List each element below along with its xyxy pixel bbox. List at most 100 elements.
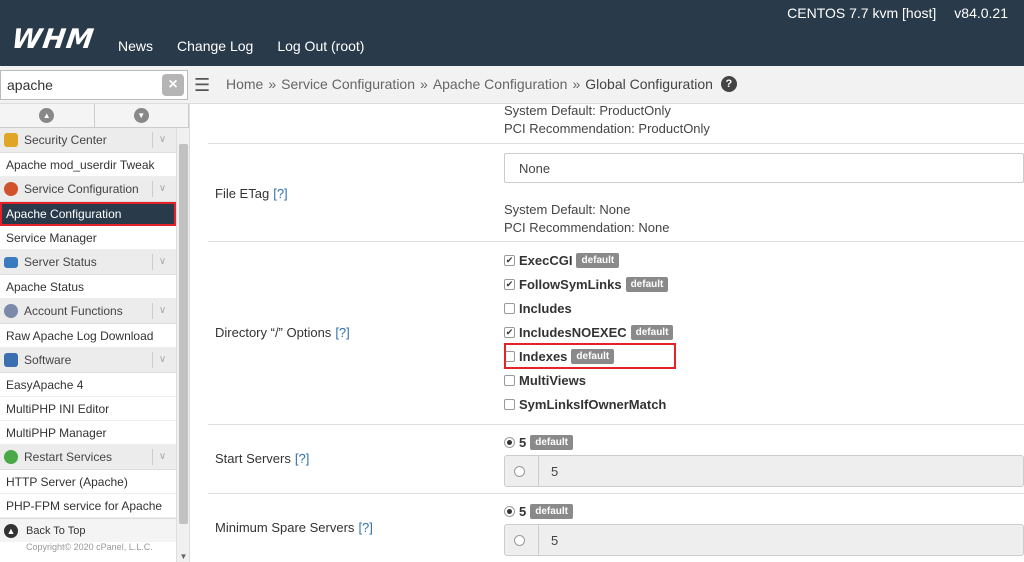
copyright: Copyright© 2020 cPanel, L.L.C. — [26, 542, 153, 552]
checkbox[interactable]: ✔ — [504, 326, 515, 338]
option-symlinksifownermatch[interactable]: SymLinksIfOwnerMatch — [504, 392, 1024, 416]
file-etag-label: File ETag — [215, 186, 270, 201]
file-etag-row: File ETag [?] None System Default: None P… — [208, 144, 1024, 242]
scroll-down-icon[interactable]: ▼ — [179, 552, 188, 562]
default-badge: default — [530, 503, 574, 519]
directory-options-label: Directory “/” Options — [215, 325, 332, 340]
sidebar-list: Security Center ∨ Apache mod_userdir Twe… — [0, 128, 176, 554]
chevron-down-icon[interactable]: ∨ — [152, 181, 172, 197]
checkbox[interactable] — [504, 374, 515, 386]
category-label: Account Functions — [24, 304, 123, 318]
expand-all-button[interactable]: ▼ — [94, 104, 189, 127]
breadcrumb-home[interactable]: Home — [226, 76, 263, 92]
breadcrumb-apache-configuration[interactable]: Apache Configuration — [433, 76, 568, 92]
sidebar-category-security-center[interactable]: Security Center ∨ — [0, 128, 176, 153]
category-label: Restart Services — [24, 450, 113, 464]
radio-unselected[interactable] — [514, 465, 525, 477]
pci-recommendation-text: PCI Recommendation: None — [504, 220, 670, 235]
sidebar-item-mod-userdir[interactable]: Apache mod_userdir Tweak — [0, 153, 176, 177]
nav-change-log[interactable]: Change Log — [177, 38, 253, 54]
partial-setting-row: System Default: ProductOnly PCI Recommen… — [208, 104, 1024, 144]
breadcrumb-service-configuration[interactable]: Service Configuration — [281, 76, 415, 92]
server-info: CENTOS 7.7 kvm [host] v84.0.21 — [787, 5, 1008, 21]
sidebar-item-raw-apache-log[interactable]: Raw Apache Log Download — [0, 324, 176, 348]
option-multiviews[interactable]: MultiViews — [504, 368, 1024, 392]
main-content: System Default: ProductOnly PCI Recommen… — [190, 104, 1024, 562]
checkbox[interactable] — [504, 398, 515, 410]
start-servers-label: Start Servers — [215, 451, 291, 466]
sidebar-item-php-fpm[interactable]: PHP-FPM service for Apache — [0, 494, 176, 518]
chevron-down-icon[interactable]: ∨ — [152, 303, 172, 319]
sidebar-search-input[interactable]: apache — [0, 70, 188, 100]
breadcrumb-sep: » — [572, 76, 581, 92]
checkbox[interactable]: ✔ — [504, 254, 515, 266]
sidebar-item-multiphp-ini[interactable]: MultiPHP INI Editor — [0, 397, 176, 421]
category-label: Software — [24, 353, 72, 367]
option-followsymlinks[interactable]: ✔ FollowSymLinks default — [504, 272, 1024, 296]
default-badge: default — [530, 434, 574, 450]
default-badge: default — [630, 324, 674, 340]
sidebar-category-restart-services[interactable]: Restart Services ∨ — [0, 445, 176, 470]
monitor-icon — [4, 256, 18, 268]
min-spare-servers-help-link[interactable]: [?] — [358, 520, 372, 535]
sidebar-item-easyapache[interactable]: EasyApache 4 — [0, 373, 176, 397]
min-spare-servers-default-option[interactable]: 5 default — [504, 502, 1024, 520]
help-icon[interactable]: ? — [720, 76, 737, 92]
sidebar-category-account-functions[interactable]: Account Functions ∨ — [0, 299, 176, 324]
option-includesnoexec[interactable]: ✔ IncludesNOEXEC default — [504, 320, 1024, 344]
chevron-down-icon[interactable]: ∨ — [152, 254, 172, 270]
custom-value[interactable]: 5 — [539, 525, 1023, 555]
start-servers-row: Start Servers [?] 5 default 5 — [208, 425, 1024, 494]
breadcrumb-sep: » — [268, 76, 277, 92]
server-name: CENTOS 7.7 kvm [host] — [787, 5, 937, 21]
file-etag-help-link[interactable]: [?] — [273, 186, 287, 201]
lock-icon — [4, 133, 18, 147]
chevron-up-icon: ▲ — [39, 108, 55, 123]
top-nav: News Change Log Log Out (root) — [118, 38, 364, 54]
search-breadcrumb-row: apache × ☰ Home » Service Configuration … — [0, 66, 1024, 104]
radio-unselected[interactable] — [514, 534, 525, 546]
scrollbar-thumb[interactable] — [179, 144, 188, 524]
sidebar-item-service-manager[interactable]: Service Manager — [0, 226, 176, 250]
nav-news[interactable]: News — [118, 38, 153, 54]
system-default-text: System Default: None — [504, 202, 631, 217]
breadcrumb-current: Global Configuration — [585, 76, 713, 92]
min-spare-servers-custom-input[interactable]: 5 — [504, 524, 1024, 556]
min-spare-servers-row: Minimum Spare Servers [?] 5 default 5 — [208, 494, 1024, 562]
sidebar-category-software[interactable]: Software ∨ — [0, 348, 176, 373]
back-to-top-link[interactable]: ▲ Back To Top — [0, 518, 176, 542]
restart-icon — [4, 450, 18, 464]
sidebar-item-apache-status[interactable]: Apache Status — [0, 275, 176, 299]
sidebar-item-multiphp-manager[interactable]: MultiPHP Manager — [0, 421, 176, 445]
nav-log-out[interactable]: Log Out (root) — [277, 38, 364, 54]
directory-options-row: Directory “/” Options [?] ✔ ExecCGI default… — [208, 242, 1024, 425]
start-servers-custom-input[interactable]: 5 — [504, 455, 1024, 487]
clear-search-icon[interactable]: × — [162, 74, 184, 96]
top-bar: WHM News Change Log Log Out (root) CENTO… — [0, 0, 1024, 66]
start-servers-default-option[interactable]: 5 default — [504, 433, 1024, 451]
min-spare-servers-label: Minimum Spare Servers — [215, 520, 355, 535]
collapse-all-button[interactable]: ▲ — [0, 104, 95, 127]
radio-selected[interactable] — [504, 505, 515, 517]
sidebar-item-apache-configuration[interactable]: Apache Configuration — [0, 202, 176, 226]
checkbox[interactable] — [504, 302, 515, 314]
file-etag-select[interactable]: None — [504, 153, 1024, 183]
option-execcgi[interactable]: ✔ ExecCGI default — [504, 248, 1024, 272]
option-includes[interactable]: Includes — [504, 296, 1024, 320]
directory-options-help-link[interactable]: [?] — [335, 325, 349, 340]
custom-value[interactable]: 5 — [539, 456, 1023, 486]
whm-logo[interactable]: WHM — [10, 24, 97, 55]
start-servers-help-link[interactable]: [?] — [295, 451, 309, 466]
sidebar-item-http-server[interactable]: HTTP Server (Apache) — [0, 470, 176, 494]
chevron-down-icon[interactable]: ∨ — [152, 132, 172, 148]
sidebar-category-server-status[interactable]: Server Status ∨ — [0, 250, 176, 275]
checkbox[interactable]: ✔ — [504, 278, 515, 290]
chevron-down-icon[interactable]: ∨ — [152, 449, 172, 465]
sidebar-category-service-configuration[interactable]: Service Configuration ∨ — [0, 177, 176, 202]
chevron-down-icon[interactable]: ∨ — [152, 352, 172, 368]
sidebar-scrollbar[interactable]: ▼ — [176, 128, 189, 562]
radio-selected[interactable] — [504, 436, 515, 448]
breadcrumb-sep: » — [420, 76, 428, 92]
menu-toggle-icon[interactable]: ☰ — [194, 75, 216, 95]
category-label: Security Center — [24, 133, 107, 147]
